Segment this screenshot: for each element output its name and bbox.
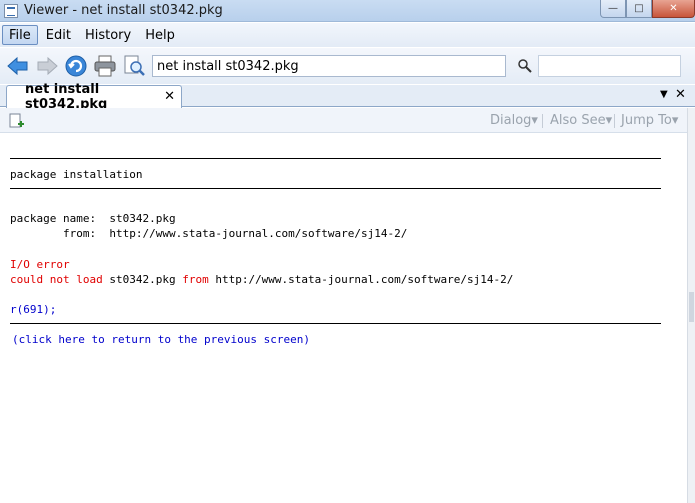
also-see-menu[interactable]: Also See▾ [550, 113, 612, 128]
package-from-line: from: http://www.stata-journal.com/softw… [10, 227, 407, 240]
window-title: Viewer - net install st0342.pkg [24, 3, 223, 18]
from-label: from: [62, 227, 97, 240]
viewer-content: package installation package name: st034… [0, 134, 687, 503]
menu-help[interactable]: Help [139, 25, 181, 45]
divider [10, 323, 661, 324]
tab-net-install[interactable]: net install st0342.pkg ✕ [6, 82, 182, 112]
search-input[interactable] [538, 55, 681, 77]
refresh-button[interactable] [62, 52, 90, 80]
dialog-menu[interactable]: Dialog▾ [490, 113, 538, 128]
divider [10, 158, 661, 159]
section-heading: package installation [10, 168, 143, 181]
menu-file[interactable]: File [2, 25, 38, 45]
forward-button[interactable] [33, 52, 61, 80]
chevron-down-icon: ▾ [605, 113, 613, 128]
error-package: st0342.pkg [109, 273, 176, 286]
back-to-previous-link[interactable]: (click here to return to the previous sc… [12, 333, 310, 346]
package-name-value: st0342.pkg [109, 212, 176, 225]
printer-icon [94, 55, 116, 77]
return-code-link[interactable]: r(691); [10, 303, 56, 316]
viewer-app-icon [4, 3, 18, 18]
error-url: http://www.stata-journal.com/software/sj… [215, 273, 514, 286]
minimize-button[interactable]: — [600, 0, 626, 18]
menu-history[interactable]: History [79, 25, 137, 45]
tab-close-icon[interactable]: ✕ [164, 89, 175, 104]
maximize-button[interactable]: □ [626, 0, 652, 18]
jump-to-menu[interactable]: Jump To▾ [621, 113, 678, 128]
new-viewer-icon[interactable] [8, 113, 24, 129]
viewer-links-bar: Dialog▾ Also See▾ Jump To▾ [0, 108, 687, 133]
title-bar: Viewer - net install st0342.pkg — □ ✕ [0, 0, 695, 22]
close-viewer-icon[interactable]: ✕ [675, 87, 686, 102]
back-button[interactable] [4, 52, 32, 80]
chevron-down-icon: ▾ [671, 113, 679, 128]
separator [542, 114, 543, 128]
search-icon [518, 59, 532, 73]
tab-list-dropdown-icon[interactable]: ▼ [660, 89, 668, 100]
tab-strip: net install st0342.pkg ✕ ▼ ✕ [0, 82, 695, 112]
forward-arrow-icon [37, 56, 58, 76]
viewer-toolbar [0, 48, 695, 84]
error-prefix: could not load [10, 273, 103, 286]
chevron-down-icon: ▾ [531, 113, 538, 128]
back-arrow-icon [7, 56, 28, 76]
error-message: could not load st0342.pkg from http://ww… [10, 273, 513, 286]
refresh-icon [65, 55, 87, 77]
error-from: from [182, 273, 209, 286]
package-name-line: package name: st0342.pkg [10, 212, 176, 225]
menu-bar: File Edit History Help [0, 23, 695, 47]
window-controls: — □ ✕ [600, 0, 695, 18]
print-button[interactable] [91, 52, 119, 80]
divider [10, 188, 661, 189]
menu-edit[interactable]: Edit [40, 25, 77, 45]
search-button[interactable] [514, 56, 536, 76]
error-title: I/O error [10, 258, 70, 271]
find-page-icon [124, 55, 145, 76]
separator [614, 114, 615, 128]
command-input[interactable] [152, 55, 506, 77]
close-window-button[interactable]: ✕ [652, 0, 695, 18]
from-url: http://www.stata-journal.com/software/sj… [109, 227, 408, 240]
package-name-label: package name: [10, 212, 97, 225]
scrollbar-thumb[interactable] [689, 292, 694, 322]
find-button[interactable] [120, 52, 148, 80]
